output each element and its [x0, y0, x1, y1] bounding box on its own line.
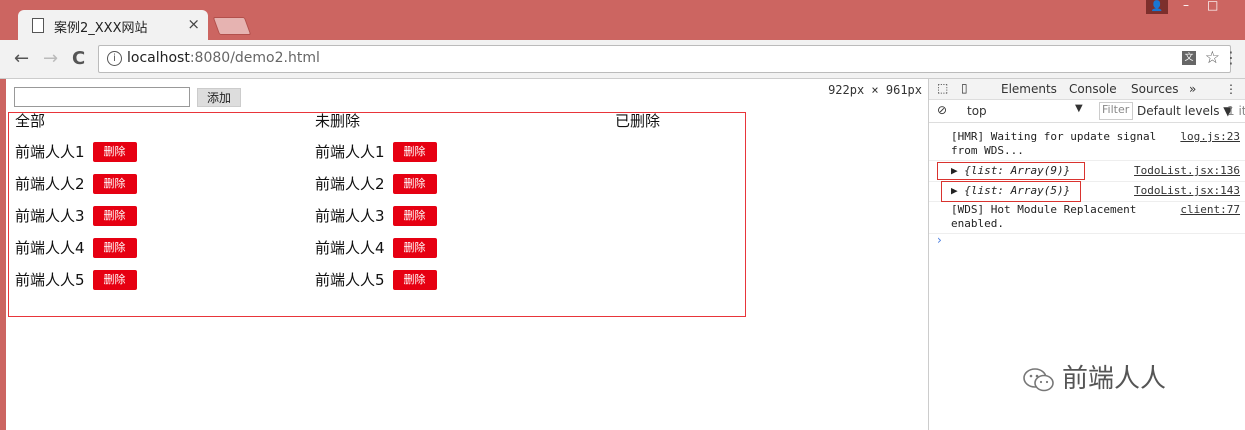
user-profile-icon[interactable]: 👤	[1146, 0, 1168, 14]
console-text: [WDS] Hot Module Replacement	[951, 203, 1137, 216]
delete-button[interactable]: 删除	[392, 173, 437, 194]
console-text: [HMR] Waiting for update signal	[951, 130, 1157, 143]
delete-button[interactable]: 删除	[92, 173, 137, 194]
context-dropdown-icon[interactable]: ▼	[1075, 103, 1083, 114]
console-message: [HMR] Waiting for update signal from WDS…	[929, 128, 1245, 161]
item-text: 前端人人3	[315, 207, 385, 225]
forward-icon[interactable]: →	[43, 48, 58, 69]
new-tab-button[interactable]	[212, 17, 252, 35]
item-text: 前端人人1	[15, 143, 85, 161]
menu-icon[interactable]: ⋮	[1223, 48, 1239, 67]
maximize-icon[interactable]: □	[1207, 0, 1218, 12]
list-item: 前端人人2 删除	[15, 173, 137, 194]
browser-titlebar: 案例2_XXX网站 × 👤 – □	[0, 0, 1245, 40]
list-item: 前端人人1 删除	[15, 141, 137, 162]
translate-icon[interactable]: 文	[1182, 51, 1196, 65]
item-text: 前端人人1	[315, 143, 385, 161]
item-text: 前端人人2	[315, 175, 385, 193]
console-toolbar: ⊘ top ▼ Filter Default levels ▼ 1 ite	[929, 100, 1245, 123]
column-header-active: 未删除	[315, 112, 361, 130]
browser-tab[interactable]: 案例2_XXX网站 ×	[18, 10, 208, 40]
highlight-box	[941, 181, 1081, 202]
delete-button[interactable]: 删除	[92, 205, 137, 226]
back-icon[interactable]: ←	[14, 48, 29, 69]
tab-title: 案例2_XXX网站	[54, 21, 148, 36]
more-tabs-icon[interactable]: »	[1189, 82, 1196, 96]
item-text: 前端人人4	[315, 239, 385, 257]
bookmark-star-icon[interactable]: ☆	[1205, 48, 1220, 68]
console-filter-input[interactable]: Filter	[1099, 102, 1133, 120]
console-source-link[interactable]: client:77	[1180, 203, 1240, 216]
viewport-dimensions: 922px × 961px	[828, 83, 922, 97]
context-select[interactable]: top	[967, 104, 987, 118]
browser-toolbar: ← → C i localhost:8080/demo2.html 文 ☆ ⋮	[0, 40, 1245, 79]
list-item: 前端人人5 删除	[15, 269, 137, 290]
item-text: 前端人人3	[15, 207, 85, 225]
tab-close-icon[interactable]: ×	[187, 15, 200, 33]
address-bar[interactable]: i localhost:8080/demo2.html 文 ☆	[98, 45, 1231, 73]
minimize-icon[interactable]: –	[1183, 0, 1189, 12]
devtools-menu-icon[interactable]: ⋮	[1225, 82, 1237, 96]
inspect-icon[interactable]: ⬚	[937, 81, 948, 95]
item-text: 前端人人5	[315, 271, 385, 289]
item-text: 前端人人2	[15, 175, 85, 193]
list-item: 前端人人2 删除	[315, 173, 437, 194]
console-prompt[interactable]: ›	[937, 233, 942, 247]
column-header-deleted: 已删除	[615, 112, 661, 130]
column-header-all: 全部	[15, 112, 46, 130]
clear-console-icon[interactable]: ⊘	[937, 103, 947, 117]
tab-sources[interactable]: Sources	[1131, 82, 1178, 96]
list-item: 前端人人3 删除	[15, 205, 137, 226]
delete-button[interactable]: 删除	[392, 205, 437, 226]
tab-elements[interactable]: Elements	[1001, 82, 1057, 96]
todo-lists-container: 全部 未删除 已删除 前端人人1 删除 前端人人2 删除 前端人人3 删除 前端人人4…	[8, 112, 746, 317]
column-active: 未删除	[315, 112, 361, 131]
list-item: 前端人人1 删除	[315, 141, 437, 162]
url-host: localhost	[127, 50, 190, 66]
highlight-box	[937, 162, 1085, 180]
console-message: [WDS] Hot Module Replacement enabled. cl…	[929, 201, 1245, 234]
wechat-icon	[1023, 367, 1054, 391]
url-text[interactable]: localhost:8080/demo2.html	[127, 50, 320, 66]
list-item: 前端人人4 删除	[15, 237, 137, 258]
device-toggle-icon[interactable]: ▯	[961, 81, 968, 95]
column-all: 全部	[15, 112, 46, 131]
watermark-text: 前端人人	[1062, 364, 1167, 394]
devtools-tabbar: ⬚ ▯ Elements Console Sources » ⋮	[929, 79, 1245, 100]
watermark: 前端人人	[1022, 358, 1166, 395]
delete-button[interactable]: 删除	[392, 269, 437, 290]
delete-button[interactable]: 删除	[92, 269, 137, 290]
delete-button[interactable]: 删除	[392, 237, 437, 258]
list-item: 前端人人5 删除	[315, 269, 437, 290]
console-source-link[interactable]: TodoList.jsx:136	[1134, 164, 1240, 177]
console-source-link[interactable]: log.js:23	[1180, 130, 1240, 143]
reload-icon[interactable]: C	[72, 48, 85, 69]
item-text: 前端人人4	[15, 239, 85, 257]
console-text: from WDS...	[951, 144, 1024, 157]
issues-counter[interactable]: 1 ite	[1227, 104, 1245, 118]
tab-console[interactable]: Console	[1069, 82, 1117, 96]
delete-button[interactable]: 删除	[92, 237, 137, 258]
column-deleted: 已删除	[615, 112, 661, 131]
document-icon	[32, 18, 44, 33]
console-text: enabled.	[951, 217, 1004, 230]
console-source-link[interactable]: TodoList.jsx:143	[1134, 184, 1240, 197]
info-icon[interactable]: i	[107, 51, 122, 66]
list-item: 前端人人4 删除	[315, 237, 437, 258]
delete-button[interactable]: 删除	[92, 141, 137, 162]
todo-input[interactable]	[14, 87, 190, 107]
url-path: :8080/demo2.html	[189, 50, 320, 66]
list-item: 前端人人3 删除	[315, 205, 437, 226]
item-text: 前端人人5	[15, 271, 85, 289]
page-viewport: 922px × 961px 添加 全部 未删除 已删除 前端人人1 删除 前端人人…	[6, 79, 928, 430]
delete-button[interactable]: 删除	[392, 141, 437, 162]
log-levels-select[interactable]: Default levels ▼	[1137, 104, 1233, 118]
add-button[interactable]: 添加	[197, 88, 241, 107]
